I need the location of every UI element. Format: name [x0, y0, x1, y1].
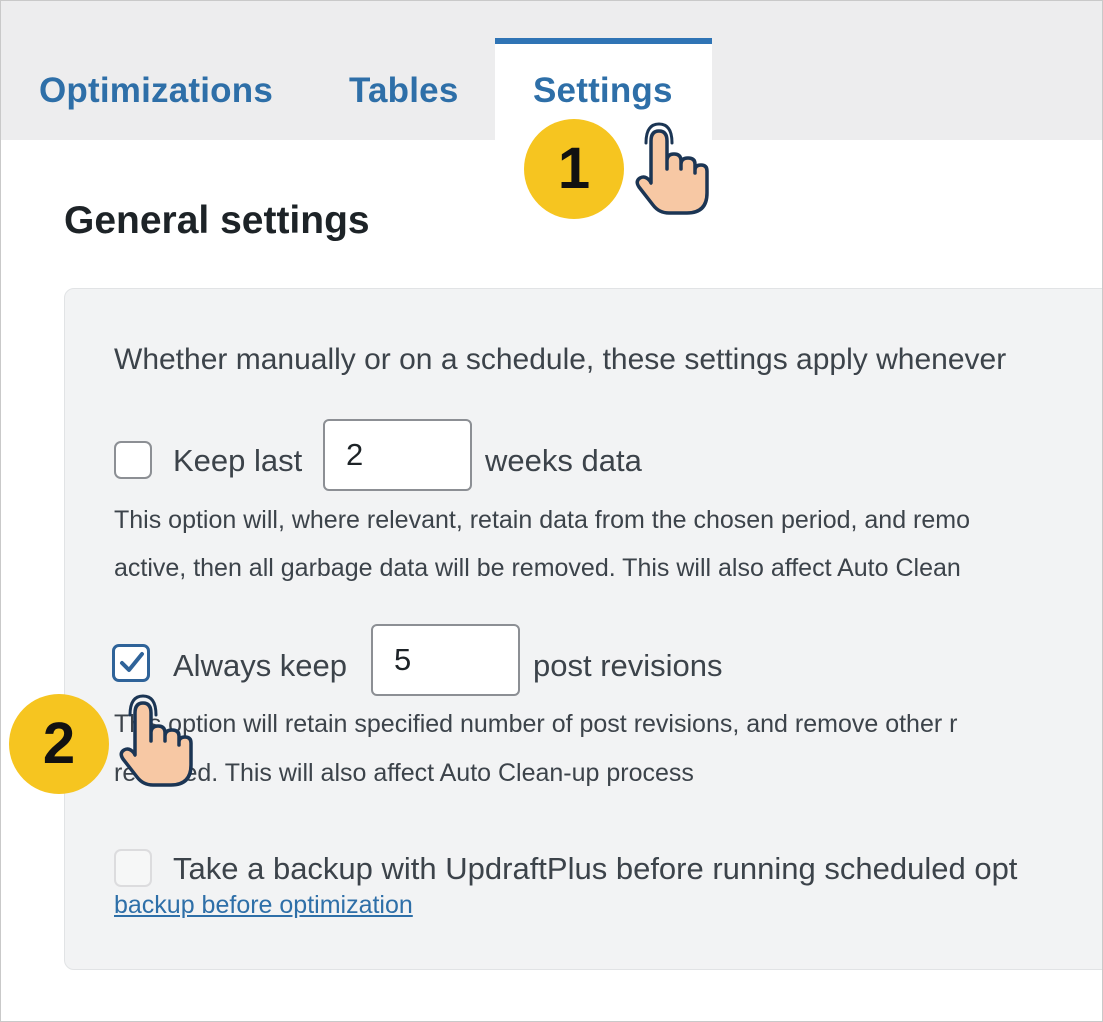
backup-checkbox[interactable] [114, 849, 152, 887]
step-1-badge: 1 [524, 119, 624, 219]
backup-label: Take a backup with UpdraftPlus before ru… [173, 851, 1018, 886]
tab-tables[interactable]: Tables [349, 71, 458, 111]
always-keep-suffix: post revisions [533, 648, 723, 683]
checkmark-icon [120, 652, 144, 672]
keep-last-weeks-input[interactable]: 2 [323, 419, 472, 491]
always-keep-description-line1: This option will retain specified number… [114, 710, 958, 738]
always-keep-label: Always keep [173, 648, 348, 683]
intro-text: Whether manually or on a schedule, these… [114, 343, 1007, 376]
keep-last-checkbox[interactable] [114, 441, 152, 479]
keep-last-suffix: weeks data [485, 443, 642, 478]
pointer-hand-icon [635, 122, 709, 215]
backup-link[interactable]: backup before optimization [114, 891, 413, 920]
section-title: General settings [64, 199, 370, 242]
step-2-badge: 2 [9, 694, 109, 794]
pointer-hand-icon-2 [119, 694, 193, 787]
post-revisions-input[interactable]: 5 [371, 624, 520, 696]
keep-last-label: Keep last [173, 443, 303, 478]
keep-last-description-line1: This option will, where relevant, retain… [114, 506, 971, 534]
always-keep-description-line2: removed. This will also affect Auto Clea… [114, 759, 694, 787]
always-keep-checkbox[interactable] [112, 644, 150, 682]
tab-optimizations[interactable]: Optimizations [39, 71, 273, 111]
tab-settings[interactable]: Settings [533, 71, 673, 111]
settings-screen: Optimizations Tables Settings General se… [0, 0, 1103, 1022]
keep-last-description-line2: active, then all garbage data will be re… [114, 554, 961, 582]
